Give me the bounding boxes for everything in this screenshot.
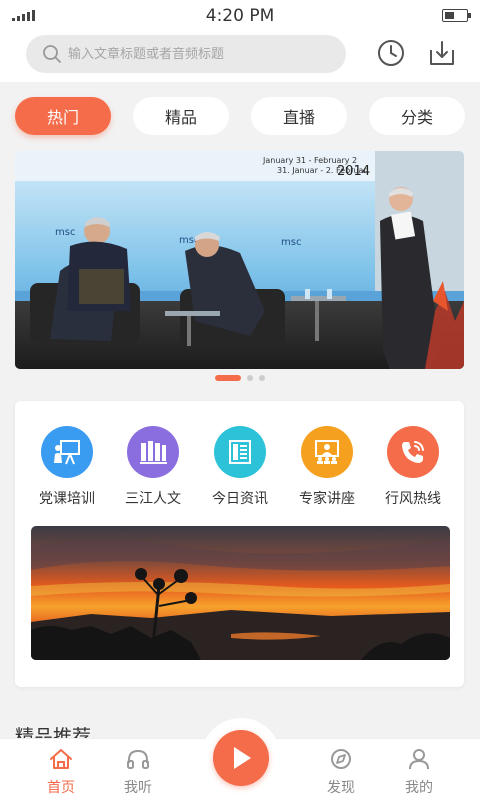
play-icon (234, 747, 251, 769)
banner-year-text: 2014 (337, 164, 370, 179)
play-button-container (201, 718, 281, 798)
status-bar: 4:20 PM (0, 0, 480, 32)
news-icon (214, 426, 266, 478)
nav-home[interactable]: 首页 (31, 747, 91, 797)
category-expert-lecture[interactable]: 专家讲座 (282, 426, 372, 508)
nav-discover[interactable]: 发现 (311, 747, 371, 797)
banner-image: January 31 - February 2 31. Januar - 2. … (15, 151, 464, 369)
category-today-news[interactable]: 今日资讯 (195, 426, 285, 508)
phone-icon (387, 426, 439, 478)
banner-carousel[interactable]: January 31 - February 2 31. Januar - 2. … (15, 151, 464, 369)
category-label: 专家讲座 (299, 491, 355, 507)
tab-premium[interactable]: 精品 (133, 97, 229, 135)
category-sanjiang-culture[interactable]: 三江人文 (108, 426, 198, 508)
category-party-training[interactable]: 党课培训 (22, 426, 112, 508)
status-time: 4:20 PM (205, 6, 275, 26)
nav-label: 我听 (124, 780, 152, 796)
banner-logo-text: msc (55, 227, 75, 238)
category-label: 行风热线 (385, 491, 441, 507)
tab-live[interactable]: 直播 (251, 97, 347, 135)
headphones-icon (127, 749, 149, 769)
nav-label: 发现 (327, 780, 355, 796)
profile-icon (409, 749, 429, 770)
play-button[interactable] (213, 730, 269, 786)
svg-text:msc: msc (281, 237, 301, 248)
search-icon (43, 45, 61, 63)
carousel-dot[interactable] (247, 375, 253, 381)
category-hotline[interactable]: 行风热线 (368, 426, 458, 508)
category-label: 三江人文 (125, 491, 181, 507)
carousel-dot[interactable] (259, 375, 265, 381)
category-tabs: 热门 精品 直播 分类 (0, 82, 480, 148)
battery-icon (442, 9, 471, 22)
home-icon (50, 749, 72, 769)
download-icon[interactable] (427, 38, 457, 68)
history-icon[interactable] (376, 38, 406, 68)
category-label: 今日资讯 (212, 491, 268, 507)
presentation-icon (41, 426, 93, 478)
nav-listen[interactable]: 我听 (108, 747, 168, 797)
carousel-dot-active[interactable] (215, 375, 241, 381)
search-bar[interactable] (26, 35, 346, 73)
top-bar (0, 32, 480, 82)
category-card: 党课培训 三江人文 今日资讯 专家讲座 行风热线 (15, 401, 464, 687)
carousel-indicator (0, 375, 480, 381)
sunset-image (31, 526, 450, 660)
category-label: 党课培训 (39, 491, 95, 507)
lecture-icon (301, 426, 353, 478)
tab-hot[interactable]: 热门 (15, 97, 111, 135)
sunset-banner-image[interactable] (31, 526, 450, 660)
books-icon (127, 426, 179, 478)
tab-categories[interactable]: 分类 (369, 97, 465, 135)
search-input[interactable] (68, 46, 318, 62)
nav-profile[interactable]: 我的 (389, 747, 449, 797)
nav-label: 我的 (405, 780, 433, 796)
nav-label: 首页 (47, 780, 75, 796)
discover-icon (331, 749, 351, 769)
